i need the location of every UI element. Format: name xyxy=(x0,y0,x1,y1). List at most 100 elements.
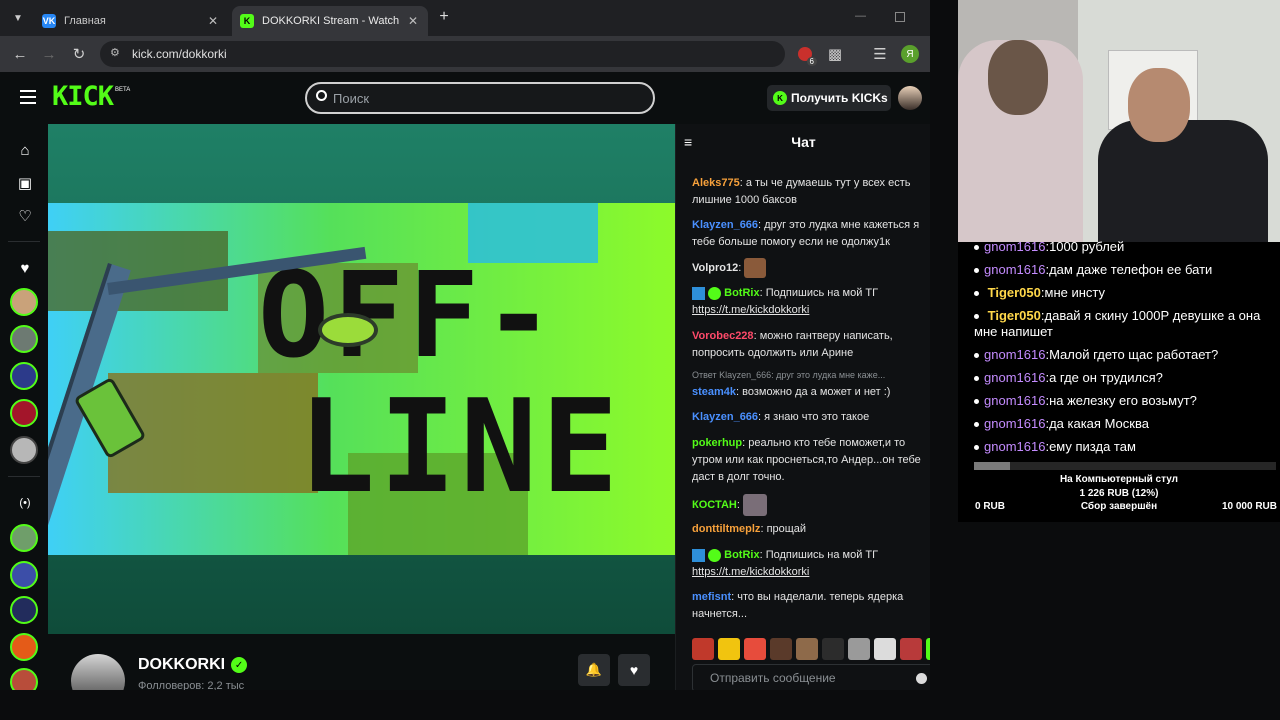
search-input[interactable]: Поиск xyxy=(305,82,655,114)
chat-message-input[interactable]: Отправить сообщение xyxy=(692,664,930,690)
forward-icon[interactable]: → xyxy=(39,44,59,64)
extension-badge: 6 xyxy=(806,57,817,66)
followed-channel-avatar[interactable] xyxy=(10,399,38,427)
site-info-icon[interactable]: ⚙ xyxy=(110,47,122,59)
get-kicks-button[interactable]: K Получить KICKs xyxy=(767,85,891,111)
menu-icon[interactable] xyxy=(20,90,36,104)
verified-icon xyxy=(708,286,722,300)
bullet-icon xyxy=(974,245,979,251)
verified-icon xyxy=(708,548,722,562)
divider xyxy=(8,476,40,477)
telegram-link[interactable]: https://t.me/kickdokkorki xyxy=(692,304,809,316)
emote[interactable] xyxy=(926,638,930,660)
emote[interactable] xyxy=(744,638,766,660)
recommended-channel-avatar[interactable] xyxy=(10,561,38,589)
chat-message: donttiltmeplz: прощай xyxy=(692,523,807,535)
followed-heart-icon[interactable]: ♥ xyxy=(14,257,36,279)
bullet-icon xyxy=(974,376,979,382)
recommended-channel-avatar[interactable] xyxy=(10,596,38,624)
search-placeholder: Поиск xyxy=(333,90,370,106)
bullet-icon xyxy=(974,268,979,274)
followed-channel-avatar[interactable] xyxy=(10,325,38,353)
donation-goal: На Компьютерный стул 1 226 RUB (12%) 0 R… xyxy=(958,462,1280,522)
goal-amount: 1 226 RUB (12%) xyxy=(1079,488,1159,499)
close-icon[interactable]: ✕ xyxy=(408,14,418,28)
minimize-button[interactable]: — xyxy=(855,10,869,24)
overlay-chat-line: gnom1616:Малой гдето щас работает? xyxy=(974,347,1274,363)
chat-message: Aleks775: а ты че думаешь тут у всех ест… xyxy=(692,177,911,206)
channel-title-row: DOKKORKI ✓ xyxy=(138,656,248,674)
close-icon[interactable]: ✕ xyxy=(208,14,218,28)
kick-icon: K xyxy=(240,14,254,28)
chat-message: mefisnt: что вы наделали. теперь ядерка … xyxy=(692,591,904,620)
reply-context[interactable]: Ответ Klayzen_666: друг это лудка мне ка… xyxy=(692,370,885,380)
browser-window: ▼ VK Главная ✕ K DOKKORKI Stream - Watch… xyxy=(0,0,930,690)
user-avatar[interactable] xyxy=(898,86,922,110)
extension-icon[interactable]: 6 xyxy=(795,44,817,66)
channel-info: DOKKORKI ✓ Фолловеров: 2,2 тыс 🔔 ♥ xyxy=(48,634,675,690)
offline-text-bottom: LINE xyxy=(298,373,623,522)
emote[interactable] xyxy=(796,638,818,660)
person-left-head xyxy=(988,40,1048,115)
notification-bell-button[interactable]: 🔔 xyxy=(578,654,610,686)
search-icon xyxy=(316,90,327,101)
bullet-icon xyxy=(974,422,979,428)
home-icon[interactable]: ⌂ xyxy=(14,139,36,161)
channel-name[interactable]: DOKKORKI xyxy=(138,656,225,674)
profile-avatar[interactable]: Я xyxy=(900,44,920,64)
bot-badge-icon xyxy=(692,286,705,300)
emote[interactable] xyxy=(822,638,844,660)
left-sidebar: ⌂ ▣ ♡ ♥ (•) xyxy=(0,124,48,690)
emote-bar xyxy=(692,638,930,660)
divider xyxy=(8,241,40,242)
followed-channel-avatar[interactable] xyxy=(10,288,38,316)
chat-message: steam4k: возможно да а может и нет :) xyxy=(692,386,891,398)
tab-strip: ▼ VK Главная ✕ K DOKKORKI Stream - Watch… xyxy=(0,0,930,36)
kick-logo[interactable]: KICK BETA xyxy=(52,82,130,112)
bullet-icon xyxy=(974,314,979,320)
emote[interactable] xyxy=(900,638,922,660)
back-icon[interactable]: ← xyxy=(10,44,30,64)
emote[interactable] xyxy=(874,638,896,660)
emote[interactable] xyxy=(718,638,740,660)
bullet-icon xyxy=(974,445,979,451)
recommended-channel-avatar[interactable] xyxy=(10,524,38,552)
goal-title: На Компьютерный стул xyxy=(1059,474,1179,485)
puzzle-icon[interactable]: ▩ xyxy=(825,44,845,64)
video-player[interactable]: OFF- LINE xyxy=(48,124,675,634)
live-broadcast-icon[interactable]: (•) xyxy=(14,492,36,514)
chat-message: Klayzen_666: я знаю что это такое xyxy=(692,411,870,423)
emote[interactable] xyxy=(692,638,714,660)
tab-list-button[interactable]: ▼ xyxy=(10,10,26,26)
lamp-head xyxy=(318,313,378,347)
channel-avatar[interactable] xyxy=(71,654,125,690)
address-bar[interactable]: ⚙ kick.com/dokkorki xyxy=(100,41,785,67)
new-tab-button[interactable]: + xyxy=(436,9,452,25)
media-icon[interactable]: ☰ xyxy=(870,44,890,64)
maximize-button[interactable] xyxy=(895,12,905,22)
emote xyxy=(742,494,767,516)
tab-vk[interactable]: VK Главная ✕ xyxy=(34,6,228,36)
followed-channel-avatar[interactable] xyxy=(10,362,38,390)
overlay-chat-line: Tiger050:мне инсту xyxy=(974,285,1274,301)
person-right xyxy=(1098,120,1268,242)
overlay-chat-line: gnom1616:дам даже телефон ее бати xyxy=(974,262,1274,278)
tab-kick[interactable]: K DOKKORKI Stream - Watch Live ✕ xyxy=(232,6,428,36)
telegram-link[interactable]: https://t.me/kickdokkorki xyxy=(692,566,809,578)
follow-heart-button[interactable]: ♥ xyxy=(618,654,650,686)
vk-icon: VK xyxy=(42,14,56,28)
emoji-icon[interactable] xyxy=(916,673,927,684)
reload-icon[interactable]: ↻ xyxy=(69,44,89,64)
recommended-channel-avatar[interactable] xyxy=(10,633,38,661)
emote xyxy=(744,258,767,278)
recommended-channel-avatar[interactable] xyxy=(10,668,38,690)
goal-progress-bar xyxy=(974,462,1276,470)
following-heart-icon[interactable]: ♡ xyxy=(14,205,36,227)
heart-icon: ♥ xyxy=(629,662,639,678)
emote[interactable] xyxy=(848,638,870,660)
browse-icon[interactable]: ▣ xyxy=(14,172,36,194)
followers-count: Фолловеров: 2,2 тыс xyxy=(138,680,245,690)
followed-channel-avatar[interactable] xyxy=(10,436,38,464)
url-text: kick.com/dokkorki xyxy=(132,47,227,61)
emote[interactable] xyxy=(770,638,792,660)
